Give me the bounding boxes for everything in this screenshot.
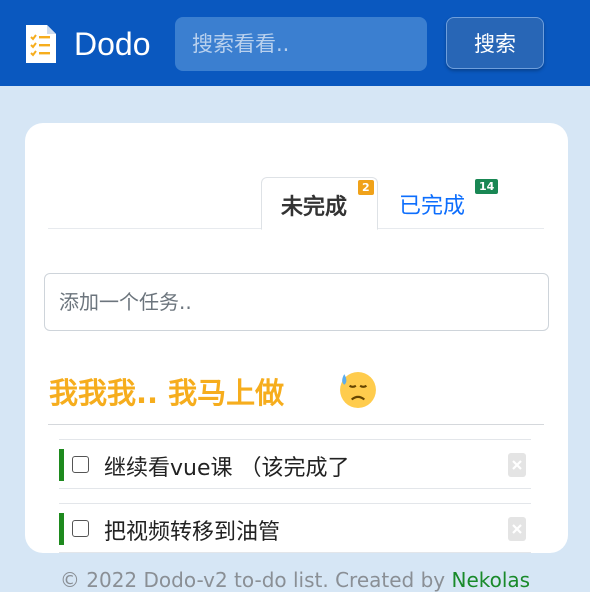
task-item: 继续看vue课 （该完成了 <box>59 439 531 489</box>
delete-icon[interactable] <box>508 517 526 541</box>
delete-icon[interactable] <box>508 453 526 477</box>
count-badge: 14 <box>475 179 499 194</box>
footer-text: © 2022 Dodo-v2 to-do list. Created by <box>59 568 452 592</box>
add-task-input[interactable] <box>44 273 549 331</box>
section-title: 我我我.. 我马上做 <box>49 376 285 410</box>
task-text[interactable]: 把视频转移到油管 <box>104 514 280 546</box>
checklist-document-icon <box>26 25 56 63</box>
section-divider <box>48 424 544 425</box>
todo-card: 未完成 2 已完成 14 我我我.. 我马上做 继续看vue课 （该完成了 把视… <box>25 123 568 553</box>
brand-name[interactable]: Dodo <box>74 22 151 66</box>
task-checkbox[interactable] <box>72 456 89 473</box>
task-text[interactable]: 继续看vue课 （该完成了 <box>104 450 350 482</box>
priority-bar <box>59 449 64 481</box>
search-button[interactable]: 搜索 <box>446 17 544 69</box>
tab-finished[interactable]: 已完成 14 <box>399 177 509 230</box>
count-badge: 2 <box>358 180 374 195</box>
task-item: 把视频转移到油管 <box>59 503 531 553</box>
search-input[interactable] <box>175 17 427 71</box>
priority-bar <box>59 513 64 545</box>
app-header: Dodo 搜索 <box>0 0 590 86</box>
tab-unfinished[interactable]: 未完成 2 <box>261 177 378 230</box>
footer: © 2022 Dodo-v2 to-do list. Created by Ne… <box>0 568 590 592</box>
tab-label: 已完成 <box>399 194 466 219</box>
downcast-face-with-sweat-icon <box>340 372 376 408</box>
tab-label: 未完成 <box>281 195 348 220</box>
author-link[interactable]: Nekolas <box>451 568 530 592</box>
task-checkbox[interactable] <box>72 520 89 537</box>
